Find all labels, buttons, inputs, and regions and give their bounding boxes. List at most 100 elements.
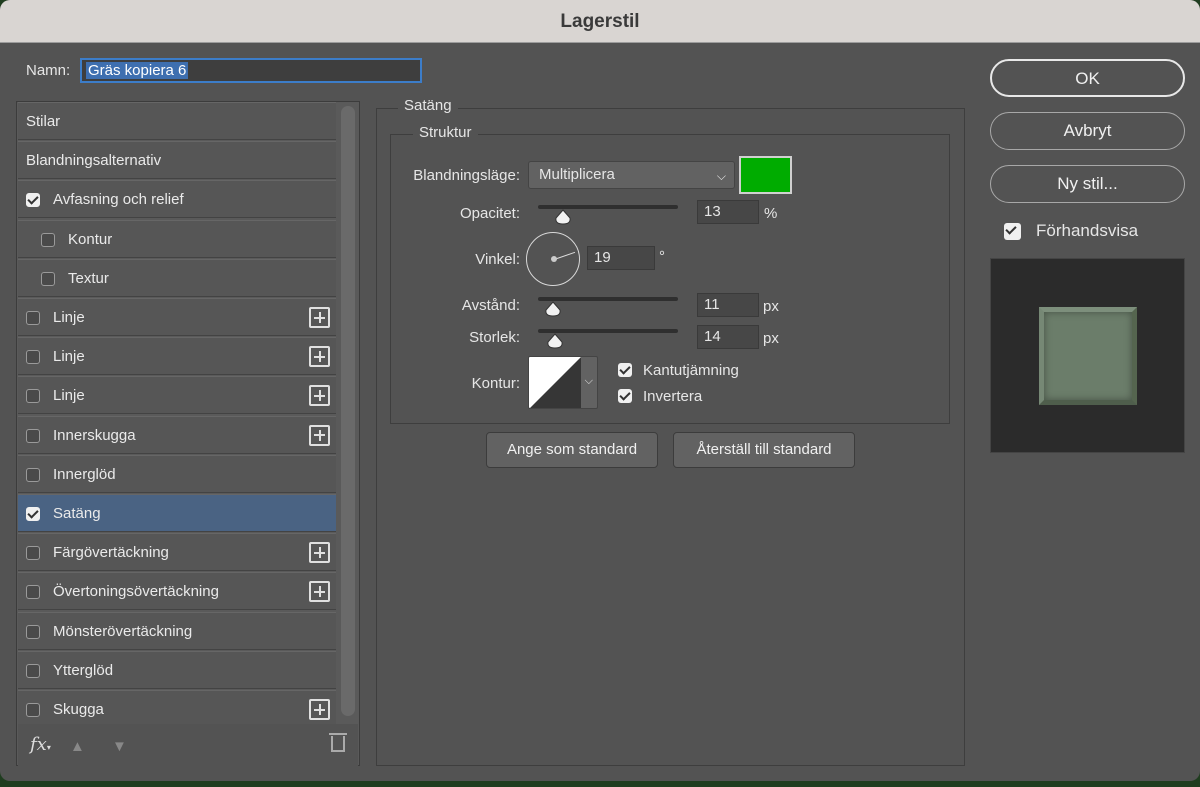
style-list-item[interactable]: Textur: [18, 258, 336, 297]
opacity-slider-thumb[interactable]: [554, 209, 571, 225]
angle-dial-center: [551, 256, 557, 262]
style-list-item-label: Övertoningsövertäckning: [53, 583, 219, 601]
style-list-item[interactable]: Linje: [18, 298, 336, 336]
antialias-label: Kantutjämning: [643, 362, 739, 379]
opacity-unit: %: [764, 205, 778, 222]
satin-title: Satäng: [398, 97, 458, 114]
new-style-button[interactable]: Ny stil...: [990, 165, 1185, 203]
style-checkbox[interactable]: [26, 311, 40, 325]
style-list-item[interactable]: Mönsterövertäckning: [18, 611, 336, 650]
style-checkbox[interactable]: [26, 193, 40, 208]
style-list-item-label: Linje: [53, 309, 85, 326]
angle-label: Vinkel:: [475, 251, 520, 268]
style-list-item[interactable]: Satäng: [18, 494, 336, 532]
plus-icon[interactable]: [309, 699, 330, 720]
style-list-item-label: Mönsterövertäckning: [53, 622, 193, 640]
style-checkbox[interactable]: [26, 546, 40, 561]
set-default-button[interactable]: Ange som standard: [486, 432, 658, 468]
size-slider-thumb[interactable]: [546, 333, 563, 349]
style-list-item-label: Satäng: [53, 505, 101, 522]
style-list-item[interactable]: Linje: [18, 376, 336, 415]
preview-label: Förhandsvisa: [1036, 221, 1139, 240]
arrow-down-icon[interactable]: ▼: [112, 738, 127, 755]
style-list-item-label: Ytterglöd: [53, 661, 114, 679]
name-input[interactable]: Gräs kopiera 6: [80, 58, 422, 83]
style-checkbox[interactable]: [26, 663, 40, 678]
distance-label: Avstånd:: [461, 297, 520, 314]
contour-preview-icon: [529, 357, 581, 408]
invert-label: Invertera: [643, 388, 703, 405]
satin-color-swatch[interactable]: [739, 156, 792, 194]
trash-icon[interactable]: [329, 733, 347, 752]
style-checkbox[interactable]: [26, 703, 40, 717]
style-list-item-label: Kontur: [68, 230, 113, 248]
blend-mode-value: Multiplicera: [539, 166, 615, 183]
window-title: Lagerstil: [0, 0, 1200, 43]
style-checkbox[interactable]: [26, 507, 40, 521]
style-list-item-label: Linje: [53, 348, 85, 366]
chevron-down-icon: ⌵: [584, 375, 593, 387]
style-checkbox[interactable]: [26, 467, 40, 482]
name-value: Gräs kopiera 6: [86, 62, 189, 79]
style-list-item[interactable]: Kontur: [18, 219, 336, 258]
blend-mode-select[interactable]: Multiplicera ⌵: [528, 161, 735, 189]
style-checkbox[interactable]: [41, 232, 55, 247]
style-list-item[interactable]: Avfasning och relief: [18, 180, 336, 219]
plus-icon[interactable]: [309, 581, 330, 603]
style-list-item[interactable]: Övertoningsövertäckning: [18, 572, 336, 611]
plus-icon[interactable]: [309, 346, 330, 368]
style-list-footer: fx ▲ ▼: [18, 724, 358, 766]
style-list-item[interactable]: Innerskugga: [18, 415, 336, 454]
distance-unit: px: [763, 298, 779, 315]
style-list-item[interactable]: Skugga: [18, 690, 336, 728]
style-list-item[interactable]: Färgövertäckning: [18, 533, 336, 572]
distance-input[interactable]: 11: [697, 293, 759, 317]
style-list-item-label: Färgövertäckning: [53, 544, 169, 562]
angle-dial-needle: [554, 251, 576, 260]
cancel-button[interactable]: Avbryt: [990, 112, 1185, 150]
arrow-up-icon[interactable]: ▲: [70, 738, 85, 755]
style-list: Stilar Blandningsalternativ Avfasning och …: [16, 101, 360, 766]
style-list-item[interactable]: Linje: [18, 337, 336, 376]
opacity-input[interactable]: 13: [697, 200, 759, 224]
style-list-item[interactable]: Innerglöd: [18, 454, 336, 493]
style-list-item-label: Linje: [53, 387, 85, 405]
size-unit: px: [763, 330, 779, 347]
style-list-item-label: Avfasning och relief: [53, 191, 184, 209]
style-list-item-label: Blandningsalternativ: [26, 152, 162, 170]
style-list-item[interactable]: Stilar: [18, 102, 336, 140]
plus-icon[interactable]: [309, 542, 330, 564]
angle-unit: °: [659, 248, 665, 265]
blend-mode-label: Blandningsläge:: [413, 167, 520, 184]
style-list-item[interactable]: Blandningsalternativ: [18, 141, 336, 180]
style-preview: [990, 258, 1185, 453]
style-checkbox[interactable]: [26, 624, 40, 639]
style-checkbox[interactable]: [26, 389, 40, 404]
layer-style-dialog: Lagerstil Namn: Gräs kopiera 6 Stilar Bla…: [0, 0, 1200, 781]
plus-icon[interactable]: [309, 385, 330, 407]
style-list-item-label: Innerskugga: [53, 426, 136, 444]
size-input[interactable]: 14: [697, 325, 759, 349]
style-checkbox[interactable]: [26, 585, 40, 600]
ok-button[interactable]: OK: [990, 59, 1185, 97]
preview-checkbox[interactable]: [1004, 223, 1021, 240]
angle-input[interactable]: 19: [587, 246, 655, 270]
style-checkbox[interactable]: [41, 271, 55, 286]
antialias-checkbox[interactable]: [618, 363, 632, 377]
style-list-item[interactable]: Ytterglöd: [18, 650, 336, 689]
size-label: Storlek:: [469, 329, 520, 346]
plus-icon[interactable]: [309, 424, 330, 446]
reset-default-button[interactable]: Återställ till standard: [673, 432, 855, 468]
plus-icon[interactable]: [309, 307, 330, 328]
style-checkbox[interactable]: [26, 350, 40, 365]
chevron-down-icon: ⌵: [716, 169, 726, 183]
distance-slider-thumb[interactable]: [544, 301, 561, 317]
style-list-item-label: Skugga: [53, 701, 104, 718]
contour-picker[interactable]: ⌵: [528, 356, 598, 409]
contour-label: Kontur:: [471, 375, 520, 392]
fx-icon[interactable]: fx: [30, 734, 51, 755]
style-checkbox[interactable]: [26, 428, 40, 443]
angle-dial[interactable]: [526, 232, 580, 286]
invert-checkbox[interactable]: [618, 389, 632, 403]
style-list-scrollbar[interactable]: [341, 106, 355, 716]
